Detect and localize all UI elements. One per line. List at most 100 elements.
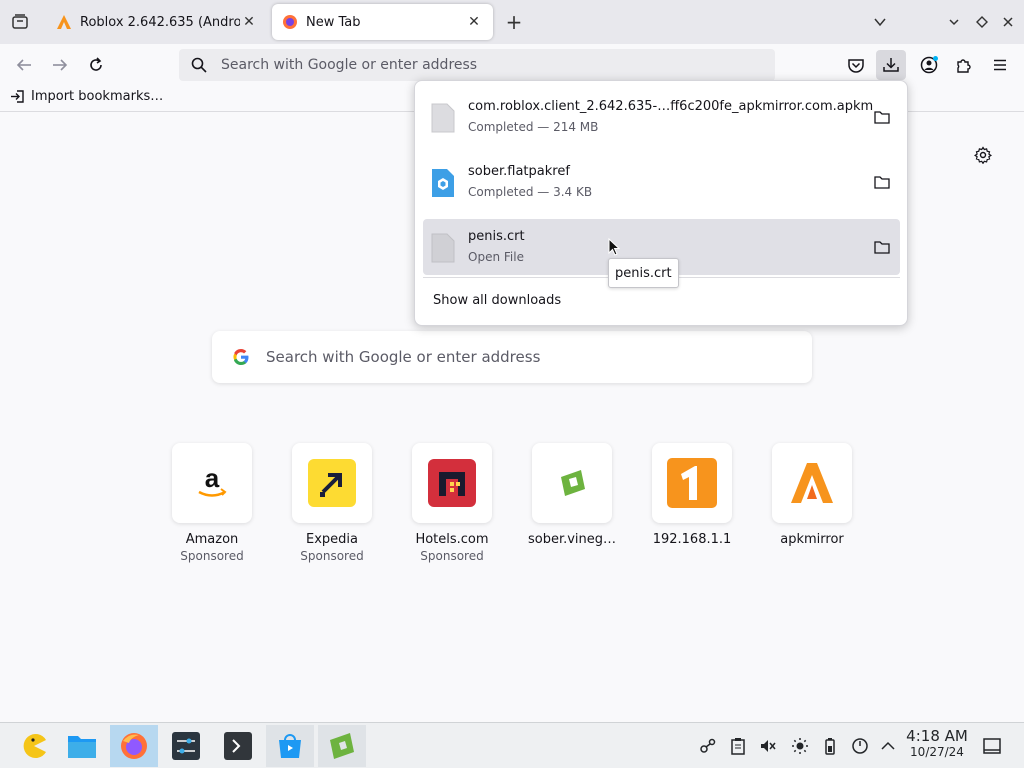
firefox-icon <box>121 733 147 759</box>
show-in-folder-button[interactable] <box>872 237 892 257</box>
tray-volume[interactable] <box>758 736 778 756</box>
shortcut-label: apkmirror <box>780 532 844 547</box>
close-tab-icon[interactable]: ✕ <box>465 13 483 31</box>
amazon-logo-icon: a <box>198 463 227 497</box>
downloads-button[interactable] <box>876 50 906 80</box>
shortcut-tile[interactable] <box>772 443 852 523</box>
content-search-box[interactable]: Search with Google or enter address <box>212 331 812 383</box>
forward-button[interactable] <box>46 51 74 79</box>
download-status: Open File <box>468 250 524 264</box>
shortcut-router[interactable]: 192.168.1.1 <box>642 443 742 549</box>
digital-clock[interactable]: 4:18 AM 10/27/24 <box>902 727 972 760</box>
download-filename: penis.crt <box>468 229 525 244</box>
tray-brightness[interactable] <box>790 736 810 756</box>
shortcut-sober[interactable]: sober.vineg… <box>522 443 622 549</box>
taskbar-file-manager[interactable] <box>58 725 106 767</box>
show-in-folder-button[interactable] <box>872 107 892 127</box>
shortcut-tile[interactable]: a <box>172 443 252 523</box>
pocket-button[interactable] <box>841 50 871 80</box>
folder-icon <box>874 241 890 254</box>
taskbar-konsole[interactable] <box>214 725 262 767</box>
url-input[interactable] <box>221 57 741 73</box>
tab-title: Roblox 2.642.635 (Android <box>80 14 240 30</box>
account-icon <box>920 56 938 74</box>
shortcut-label: Expedia <box>306 532 358 547</box>
url-bar[interactable] <box>179 49 775 81</box>
arrow-left-icon <box>16 59 31 71</box>
folder-icon <box>874 176 890 189</box>
sponsored-label: Sponsored <box>300 549 364 563</box>
download-icon <box>883 58 899 72</box>
reload-icon <box>90 57 102 71</box>
shortcut-tile[interactable] <box>652 443 732 523</box>
plus-icon: + <box>505 10 523 34</box>
expedia-logo-icon <box>308 459 356 507</box>
personalize-button[interactable] <box>972 144 994 166</box>
shortcut-tile[interactable] <box>292 443 372 523</box>
close-tab-icon[interactable]: ✕ <box>240 13 258 31</box>
back-button[interactable] <box>10 51 38 79</box>
puzzle-icon <box>957 59 971 73</box>
sober-logo-icon <box>561 470 585 496</box>
application-launcher[interactable] <box>10 725 58 767</box>
gear-icon <box>974 146 992 164</box>
arrow-right-icon <box>53 59 68 71</box>
clock-time: 4:18 AM <box>906 727 968 745</box>
speedometer-icon <box>852 738 868 754</box>
taskbar-firefox[interactable] <box>110 725 158 767</box>
tray-power-profile[interactable] <box>850 736 870 756</box>
connect-icon <box>700 738 716 753</box>
shortcut-expedia[interactable]: Expedia Sponsored <box>282 443 382 563</box>
tab-roblox[interactable]: Roblox 2.642.635 (Android ✕ <box>46 4 268 40</box>
download-filename: sober.flatpakref <box>468 164 570 179</box>
window-close-button[interactable] <box>998 12 1018 32</box>
sober-logo-icon <box>330 733 354 759</box>
import-bookmarks-button[interactable]: Import bookmarks… <box>10 89 163 104</box>
hotels-logo-icon <box>428 459 476 507</box>
brightness-icon <box>792 738 808 754</box>
tray-expand[interactable] <box>878 736 898 756</box>
list-all-tabs-button[interactable] <box>870 12 890 32</box>
content-search-placeholder: Search with Google or enter address <box>266 348 541 366</box>
tab-new-tab[interactable]: New Tab ✕ <box>272 4 493 40</box>
tray-kde-connect[interactable] <box>698 736 718 756</box>
account-button[interactable] <box>914 50 944 80</box>
window-maximize-button[interactable] <box>972 12 992 32</box>
taskbar-discover[interactable] <box>266 725 314 767</box>
search-icon <box>191 57 207 73</box>
clock-date: 10/27/24 <box>910 745 964 759</box>
download-item-roblox[interactable]: com.roblox.client_2.642.635-…ff6c200fe_a… <box>423 89 900 145</box>
import-bookmarks-label: Import bookmarks… <box>31 89 164 104</box>
folder-icon <box>874 111 890 124</box>
download-item-sober[interactable]: sober.flatpakref Completed — 3.4 KB <box>423 154 900 210</box>
tab-list-button[interactable] <box>6 9 34 35</box>
tray-battery[interactable] <box>820 736 840 756</box>
show-desktop-button[interactable] <box>982 736 1002 756</box>
shortcut-amazon[interactable]: a Amazon Sponsored <box>162 443 262 563</box>
window-minimize-button[interactable] <box>944 12 964 32</box>
reload-button[interactable] <box>82 51 110 79</box>
shortcut-tile[interactable] <box>532 443 612 523</box>
shortcut-apkmirror[interactable]: apkmirror <box>762 443 862 549</box>
router-logo-icon <box>667 458 717 508</box>
tray-clipboard[interactable] <box>728 736 748 756</box>
show-all-downloads-link[interactable]: Show all downloads <box>433 293 561 308</box>
shortcut-tile[interactable] <box>412 443 492 523</box>
shortcut-hotels[interactable]: Hotels.com Sponsored <box>402 443 502 563</box>
sponsored-label: Sponsored <box>420 549 484 563</box>
store-bag-icon <box>279 734 301 758</box>
apkmirror-logo-icon <box>791 463 833 503</box>
download-status: Completed — 3.4 KB <box>468 185 593 199</box>
taskbar-sober[interactable] <box>318 725 366 767</box>
battery-icon <box>825 738 835 755</box>
taskbar-settings[interactable] <box>162 725 210 767</box>
shortcut-label: Amazon <box>185 532 239 547</box>
show-in-folder-button[interactable] <box>872 172 892 192</box>
pocket-icon <box>848 59 864 73</box>
new-tab-button[interactable]: + <box>502 10 526 34</box>
volume-muted-icon <box>761 740 776 752</box>
extensions-button[interactable] <box>949 50 979 80</box>
mouse-cursor-icon <box>608 238 620 256</box>
app-menu-button[interactable] <box>985 50 1015 80</box>
chevron-up-icon <box>881 741 895 750</box>
